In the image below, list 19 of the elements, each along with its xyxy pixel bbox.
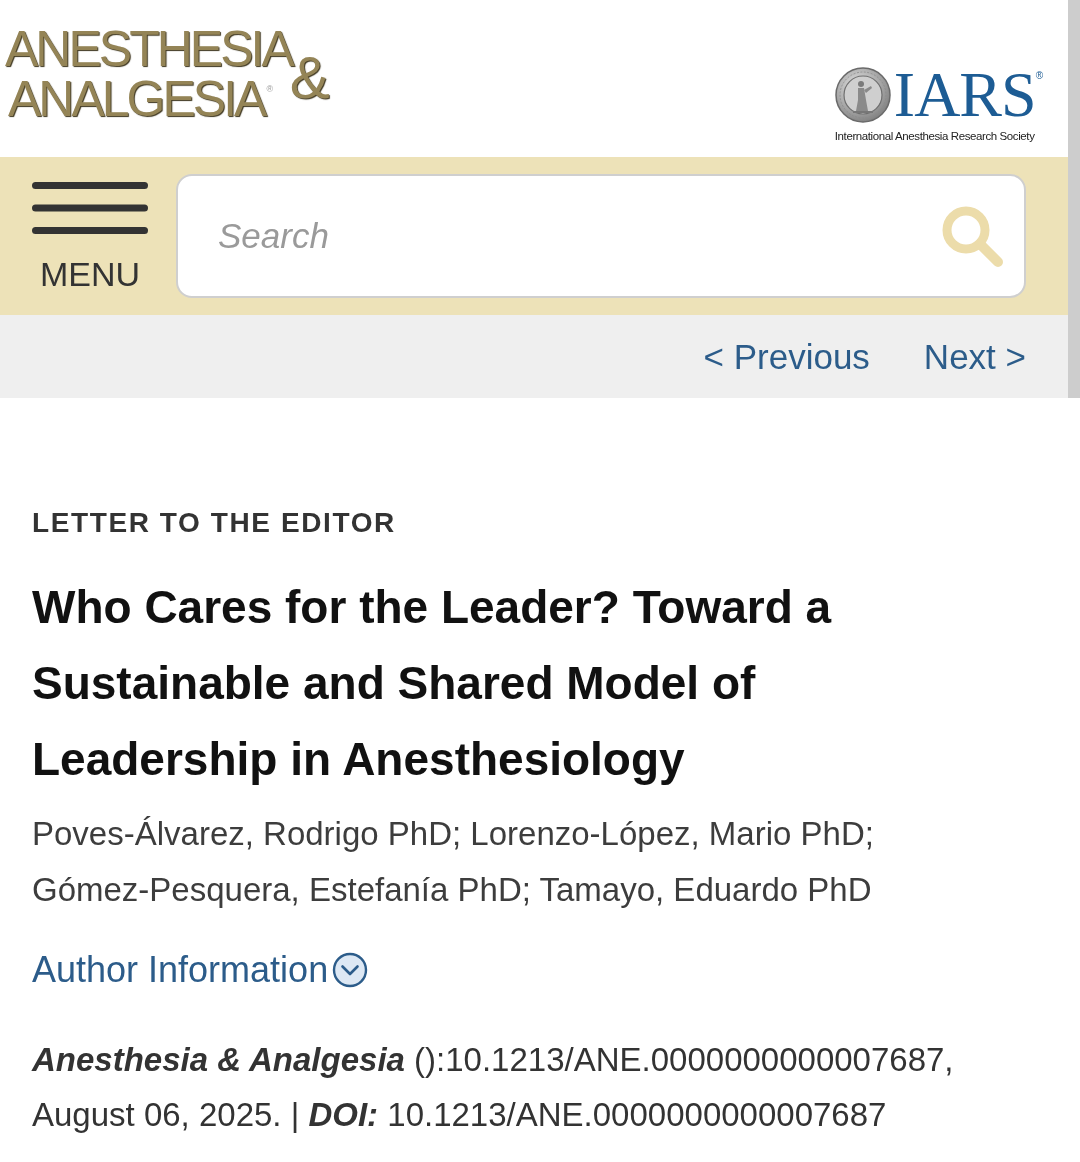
society-acronym-text: IARS: [893, 66, 1036, 124]
registered-mark: ®: [266, 84, 274, 94]
menu-button[interactable]: MENU: [32, 182, 148, 290]
menu-icon: [32, 182, 148, 234]
previous-link[interactable]: < Previous: [703, 336, 870, 377]
next-link[interactable]: Next >: [923, 336, 1026, 377]
author-list: Poves-Álvarez, Rodrigo PhD; Lorenzo-López, Mario PhD; Gómez-Pesquera, Estefanía PhD; Tamayo, Eduardo PhD: [32, 806, 982, 918]
journal-name-text: ANALGESIA: [8, 74, 265, 124]
article-type-label: LETTER TO THE EDITOR: [32, 506, 396, 540]
search-field[interactable]: Search: [176, 174, 1026, 298]
author-info-link[interactable]: Author Information: [32, 945, 369, 995]
citation-text: Anesthesia & Analgesia ():10.1213/ANE.0000000000007687, August 06, 2025. | DOI: 10.1213/ANE.0000000000007687: [32, 1040, 955, 1135]
seal-icon: [834, 67, 891, 123]
article-title: Who Cares for the Leader? Toward a Sustainable and Shared Model of Leadership in Anesthesiology: [32, 580, 833, 787]
chevron-circle-icon[interactable]: [332, 952, 369, 988]
scrollbar-thumb[interactable]: [1068, 0, 1080, 398]
search-icon[interactable]: [940, 204, 1004, 268]
registered-mark: ®: [1035, 70, 1043, 81]
society-name-text: International Anesthesia Research Society: [834, 130, 1035, 142]
